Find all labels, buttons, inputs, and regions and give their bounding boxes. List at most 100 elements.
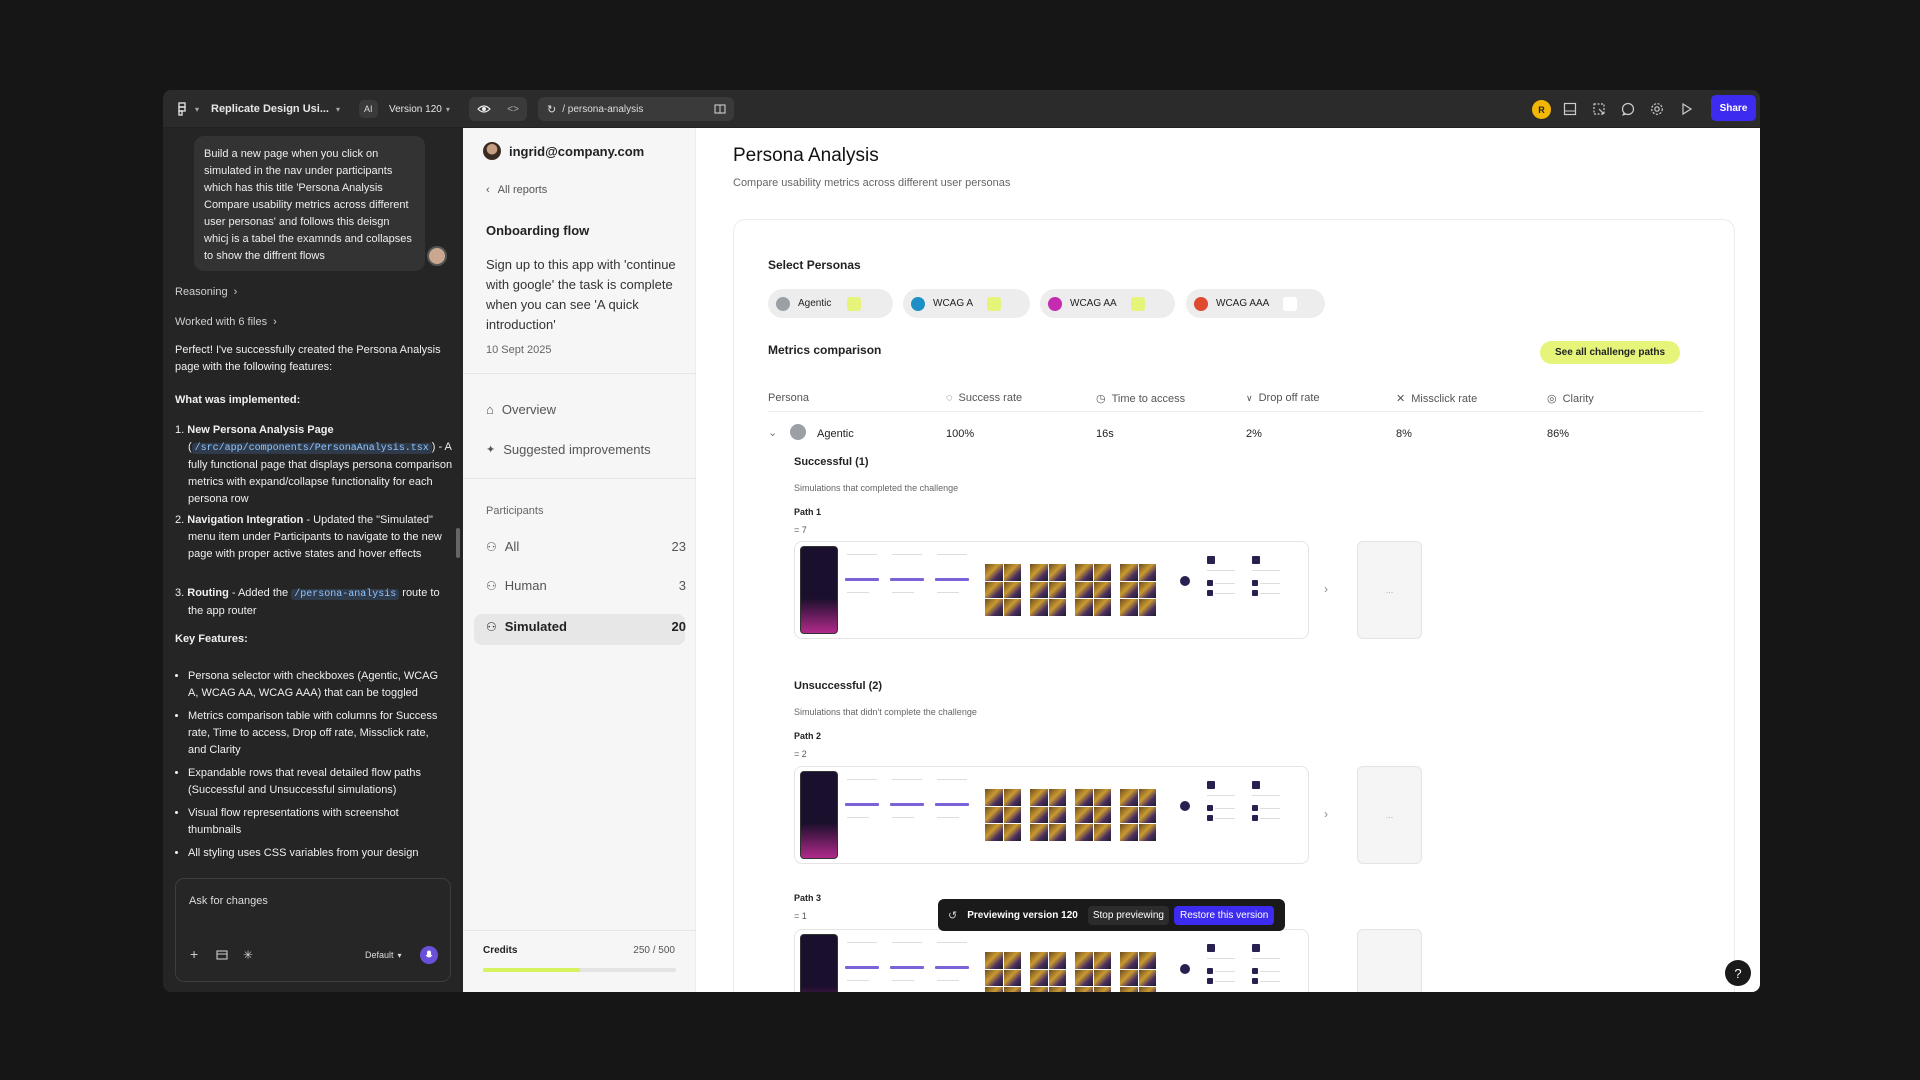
features-heading: Key Features: (175, 633, 248, 645)
screenshot-thumbnail (845, 548, 885, 630)
screenshot-thumbnail (800, 546, 838, 634)
worked-files-label: Worked with 6 files (175, 316, 268, 328)
view-toggle[interactable]: <> (469, 97, 527, 121)
sidebar-item-simulated[interactable]: ⚇ Simulated 20 (486, 619, 686, 634)
persona-label: WCAG A (933, 298, 974, 309)
column-header[interactable]: ◎ Clarity (1547, 392, 1594, 406)
participants-heading: Participants (486, 505, 544, 517)
list-item: Metrics comparison table with columns fo… (188, 708, 450, 759)
preview-bar: ↺ Previewing version 120 Stop previewing… (938, 899, 1285, 931)
nav-item-overview[interactable]: ⌂ Overview (486, 402, 556, 417)
screenshot-thumbnail (1205, 548, 1245, 630)
sparkle-icon[interactable]: ✳ (243, 948, 253, 962)
version-selector[interactable]: Version 120 ▾ (389, 90, 450, 128)
flow-thumbnails[interactable] (794, 929, 1309, 992)
reasoning-toggle[interactable]: Reasoning › (175, 286, 237, 298)
path-label: Path 1 (794, 507, 822, 517)
eye-icon[interactable] (477, 102, 491, 116)
persona-checkbox[interactable] (1283, 296, 1298, 311)
comment-icon[interactable] (1619, 100, 1637, 118)
back-label: All reports (497, 184, 548, 196)
attachment-icon[interactable] (216, 949, 228, 964)
panel-icon[interactable] (1561, 100, 1579, 118)
nav-item-suggested[interactable]: ✦ Suggested improvements (486, 442, 651, 457)
avatar[interactable]: R (1532, 100, 1551, 119)
persona-checkbox[interactable] (1130, 296, 1145, 311)
user-icon: ⚇ (486, 539, 497, 554)
layout-icon[interactable] (714, 103, 726, 115)
composer-input[interactable]: Ask for changes (189, 895, 268, 907)
stop-preview-button[interactable]: Stop previewing (1087, 905, 1169, 925)
chevron-right-icon[interactable]: › (1324, 582, 1328, 596)
column-header[interactable]: ✕ Missclick rate (1396, 392, 1477, 406)
column-header[interactable]: ∨ Drop off rate (1246, 392, 1320, 404)
share-button[interactable]: Share (1711, 95, 1756, 121)
chevron-left-icon: ‹ (486, 184, 490, 196)
divider (463, 478, 696, 479)
screenshot-thumbnail (890, 773, 930, 855)
chevron-down-icon[interactable]: ▾ (336, 90, 340, 128)
sidebar-item-all[interactable]: ⚇ All 23 (486, 539, 686, 554)
screenshot-thumbnail (935, 773, 975, 855)
app-menu-button[interactable]: ▾ (177, 90, 199, 128)
divider (768, 411, 1703, 412)
help-button[interactable]: ? (1725, 960, 1751, 986)
nav-label: All (504, 539, 520, 554)
screenshot-thumbnail (845, 773, 885, 855)
project-name[interactable]: Replicate Design Usi... (211, 90, 329, 128)
screenshot-thumbnail (800, 771, 838, 859)
select-personas-heading: Select Personas (768, 258, 861, 272)
persona-chip-agentic[interactable]: Agentic (768, 289, 893, 318)
screenshot-thumbnail (935, 548, 975, 630)
plus-icon[interactable]: + (190, 946, 198, 962)
accessibility-icon (1194, 296, 1208, 311)
see-all-paths-button[interactable]: See all challenge paths (1540, 341, 1681, 364)
url-text: / persona-analysis (562, 103, 644, 115)
gear-icon[interactable] (1648, 100, 1666, 118)
persona-chip-wcag-aaa[interactable]: WCAG AAA (1186, 289, 1325, 318)
sidebar-item-human[interactable]: ⚇ Human 3 (486, 578, 686, 593)
refresh-icon[interactable]: ↻ (547, 103, 556, 116)
flow-thumbnails[interactable] (794, 766, 1309, 864)
screenshot-thumbnail (1180, 576, 1190, 586)
persona-checkbox[interactable] (987, 296, 1002, 311)
row-success: 100% (946, 428, 975, 440)
code-icon[interactable]: <> (507, 104, 519, 115)
successful-subtitle: Simulations that completed the challenge (794, 483, 959, 493)
ai-badge[interactable]: AI (359, 100, 378, 118)
persona-label: Agentic (798, 298, 832, 309)
worked-files-toggle[interactable]: Worked with 6 files › (175, 316, 277, 328)
screenshot-thumbnail (1120, 789, 1156, 841)
close-icon: ✕ (1396, 393, 1406, 405)
flow-thumbnails[interactable] (794, 541, 1309, 639)
path-label: Path 2 (794, 731, 822, 741)
chevron-down-icon[interactable]: ⌄ (768, 426, 777, 439)
screenshot-thumbnail (890, 936, 930, 992)
column-header[interactable]: ◷ Time to access (1096, 392, 1185, 406)
column-header[interactable]: ◌ Success rate (946, 392, 1022, 404)
path-count: = 1 (794, 911, 807, 921)
restore-version-button[interactable]: Restore this version (1174, 905, 1275, 925)
chat-scrollbar[interactable] (456, 528, 460, 558)
url-bar[interactable]: ↻ / persona-analysis (538, 97, 734, 121)
sparkle-icon: ✦ (486, 444, 496, 456)
clock-icon: ◷ (1096, 393, 1106, 405)
model-selector[interactable]: Default ▾ (365, 950, 402, 960)
persona-chip-wcag-a[interactable]: WCAG A (903, 289, 1030, 318)
inspect-icon[interactable] (1590, 100, 1608, 118)
model-label: Default (365, 950, 394, 960)
persona-chip-wcag-aa[interactable]: WCAG AA (1040, 289, 1175, 318)
play-icon[interactable] (1677, 100, 1695, 118)
back-link[interactable]: ‹ All reports (486, 184, 547, 196)
flow-description: Sign up to this app with 'continue with … (486, 257, 676, 332)
microphone-icon[interactable] (420, 946, 438, 964)
account-menu[interactable]: ingrid@company.com (483, 142, 644, 160)
chevron-right-icon: › (233, 286, 238, 298)
persona-checkbox[interactable] (847, 296, 862, 311)
screenshot-thumbnail (1205, 936, 1245, 992)
chevron-down-icon: ▾ (195, 104, 200, 114)
chevron-right-icon[interactable]: › (1324, 807, 1328, 821)
avatar (483, 142, 501, 160)
list-item: Persona selector with checkboxes (Agenti… (188, 668, 450, 702)
screenshot-thumbnail (1250, 936, 1290, 992)
